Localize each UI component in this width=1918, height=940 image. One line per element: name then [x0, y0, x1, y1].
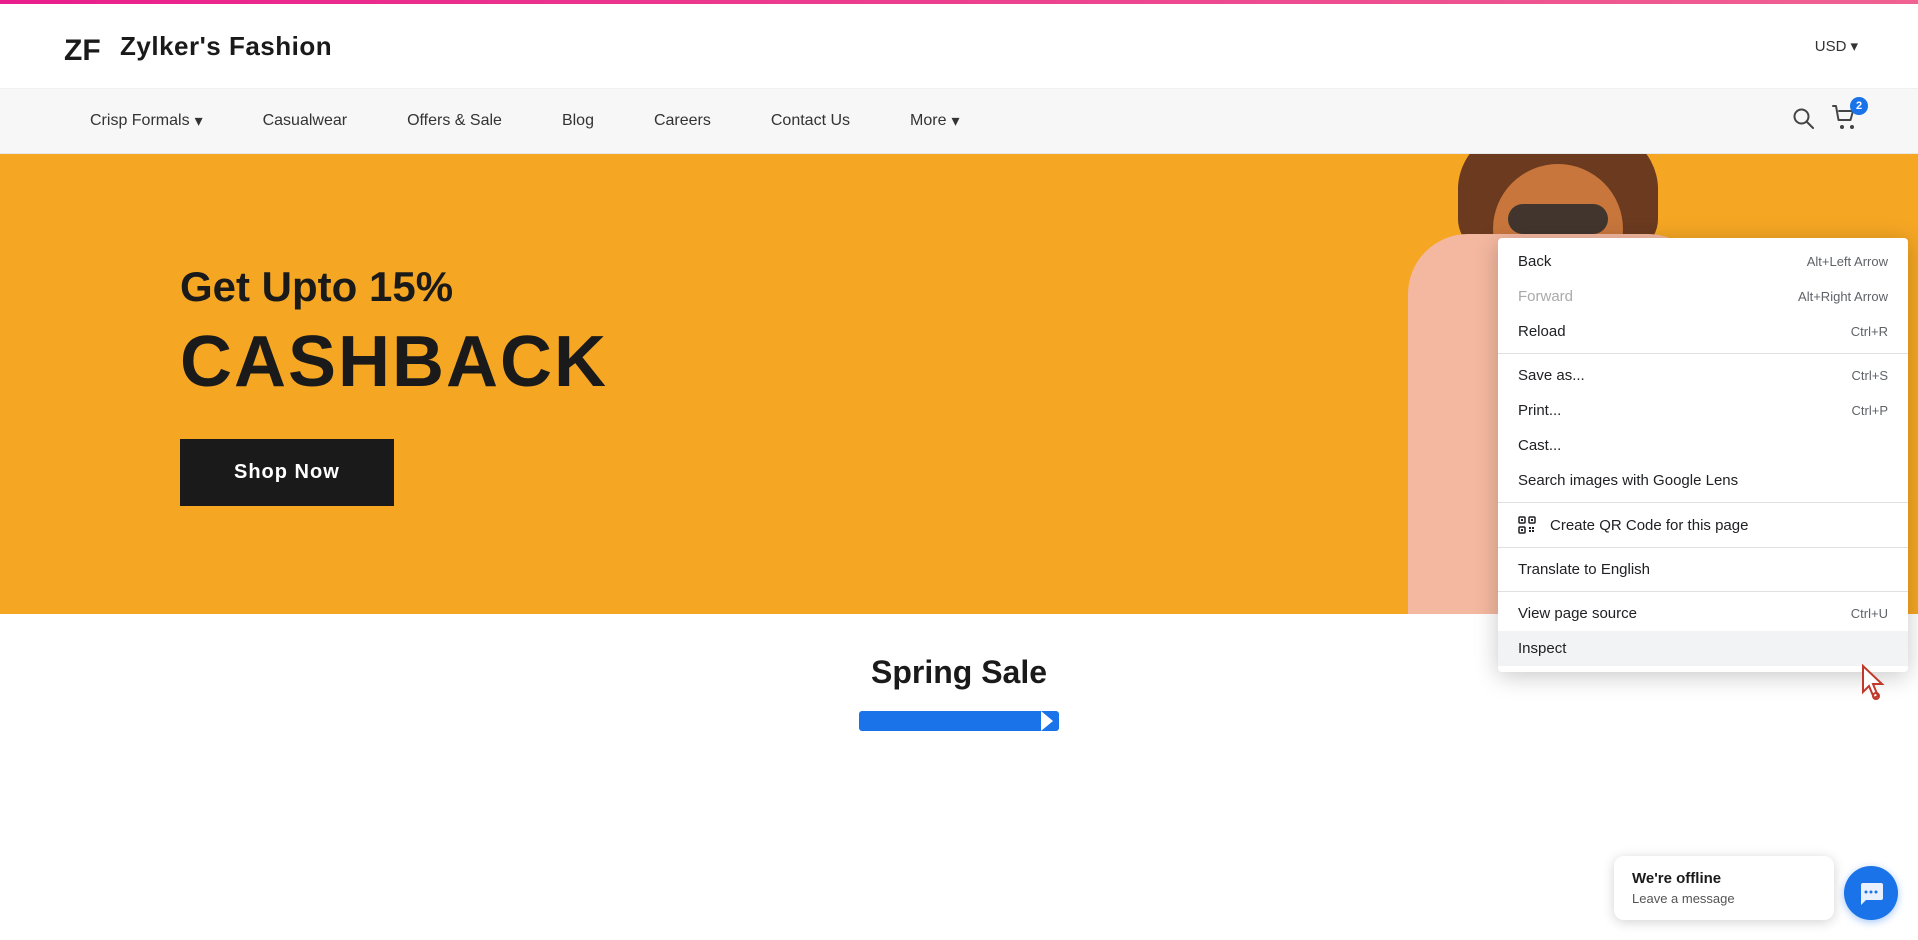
- hero-subtitle: Get Upto 15%: [180, 263, 608, 311]
- cursor-pointer-icon: [1858, 664, 1888, 702]
- context-menu-view-source[interactable]: View page source Ctrl+U: [1498, 596, 1908, 631]
- nav-links: Crisp Formals ▾ Casualwear Offers & Sale…: [60, 89, 990, 153]
- context-menu-print[interactable]: Print... Ctrl+P: [1498, 393, 1908, 428]
- currency-arrow: ▾: [1850, 37, 1858, 55]
- hero-content: Get Upto 15% CASHBACK Shop Now: [0, 263, 788, 506]
- context-menu-save-as[interactable]: Save as... Ctrl+S: [1498, 358, 1908, 393]
- currency-label: USD: [1815, 38, 1847, 55]
- cart-button[interactable]: 2: [1832, 105, 1858, 137]
- context-menu-reload[interactable]: Reload Ctrl+R: [1498, 314, 1908, 349]
- spring-bar-arrow: [1041, 711, 1053, 731]
- context-menu-divider-1: [1498, 353, 1908, 354]
- nav-item-casualwear[interactable]: Casualwear: [233, 90, 377, 152]
- qr-code-icon: [1518, 516, 1536, 534]
- context-menu-divider-2: [1498, 502, 1908, 503]
- cart-badge: 2: [1850, 97, 1868, 115]
- chat-offline-subtitle: Leave a message: [1632, 891, 1816, 906]
- chat-icon: [1857, 879, 1885, 907]
- nav-icons: 2: [1792, 105, 1858, 137]
- spring-progress-bar: [859, 711, 1059, 731]
- context-menu-back[interactable]: Back Alt+Left Arrow: [1498, 244, 1908, 279]
- shop-now-button[interactable]: Shop Now: [180, 439, 394, 506]
- context-menu-divider-4: [1498, 591, 1908, 592]
- logo-area[interactable]: ZF Zylker's Fashion: [60, 22, 332, 70]
- context-menu-inspect[interactable]: Inspect: [1498, 631, 1908, 666]
- nav-item-offers-sale[interactable]: Offers & Sale: [377, 90, 532, 152]
- model-glasses: [1508, 204, 1608, 234]
- brand-logo-icon: ZF: [60, 22, 108, 70]
- chat-widget: We're offline Leave a message: [1614, 856, 1898, 920]
- header-right: USD ▾: [1815, 37, 1858, 55]
- nav-item-blog[interactable]: Blog: [532, 90, 624, 152]
- search-icon: [1792, 107, 1814, 129]
- more-dropdown-icon: ▾: [951, 111, 959, 131]
- chat-offline-bubble: We're offline Leave a message: [1614, 856, 1834, 920]
- nav-item-careers[interactable]: Careers: [624, 90, 741, 152]
- spring-bar-container: [60, 711, 1858, 731]
- chat-open-button[interactable]: [1844, 866, 1898, 920]
- nav-item-contact-us[interactable]: Contact Us: [741, 90, 880, 152]
- chat-offline-title: We're offline: [1632, 870, 1816, 887]
- context-menu-google-lens[interactable]: Search images with Google Lens: [1498, 463, 1908, 498]
- context-menu-qr-code[interactable]: Create QR Code for this page: [1498, 507, 1908, 543]
- nav-item-crisp-formals[interactable]: Crisp Formals ▾: [60, 89, 233, 153]
- context-menu-translate[interactable]: Translate to English: [1498, 552, 1908, 587]
- search-button[interactable]: [1792, 107, 1814, 135]
- crisp-formals-dropdown-icon: ▾: [195, 111, 203, 131]
- context-menu-divider-3: [1498, 547, 1908, 548]
- context-menu-cast[interactable]: Cast...: [1498, 428, 1908, 463]
- currency-selector[interactable]: USD ▾: [1815, 37, 1858, 55]
- nav-item-more[interactable]: More ▾: [880, 89, 989, 153]
- main-nav: Crisp Formals ▾ Casualwear Offers & Sale…: [0, 89, 1918, 154]
- site-header: ZF Zylker's Fashion USD ▾: [0, 4, 1918, 89]
- hero-title: CASHBACK: [180, 321, 608, 403]
- brand-name: Zylker's Fashion: [120, 31, 332, 62]
- svg-text:ZF: ZF: [64, 34, 101, 67]
- context-menu-forward: Forward Alt+Right Arrow: [1498, 279, 1908, 314]
- context-menu: Back Alt+Left Arrow Forward Alt+Right Ar…: [1498, 238, 1908, 672]
